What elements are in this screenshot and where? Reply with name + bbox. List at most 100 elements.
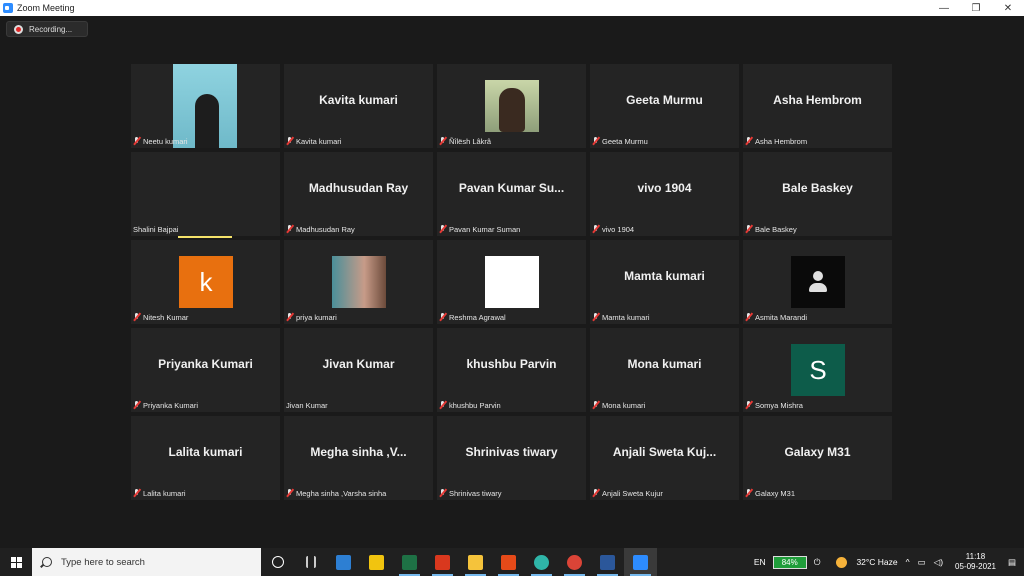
participant-name-label: Asha Hembrom [745,136,807,146]
recording-label: Recording... [29,24,73,34]
muted-mic-icon [745,401,752,409]
muted-mic-icon [133,489,140,497]
clock-time: 11:18 [965,552,986,561]
muted-mic-icon [439,137,446,145]
participant-tile[interactable]: Jivan Kumar Jivan Kumar [284,328,433,412]
participant-tile[interactable]: Mamta kumari Mamta kumari [590,240,739,324]
office-icon [501,554,516,570]
participant-display-name: Priyanka Kumari [158,357,253,371]
participant-tile[interactable]: vivo 1904 vivo 1904 [590,152,739,236]
participant-tile[interactable]: Shalini Bajpai [131,152,280,236]
word-icon [600,554,615,570]
muted-mic-icon [286,489,293,497]
participant-name: Kavita kumari [296,136,342,146]
participant-name: Asha Hembrom [755,136,808,146]
participant-name: Lalita kumari [143,488,186,498]
participant-tile[interactable]: Anjali Sweta Kuj... Anjali Sweta Kujur [590,416,739,500]
task-view-taskbar-button[interactable] [261,548,294,576]
letter-avatar: S [791,344,845,396]
participant-tile[interactable]: Ñîlësh Lâkrâ [437,64,586,148]
edge-icon [534,554,549,570]
chrome-taskbar-button[interactable] [558,548,591,576]
participant-name: Priyanka Kumari [143,400,199,410]
record-dot-icon [14,24,23,34]
participant-photo [332,256,386,308]
pdf-icon [435,554,450,570]
window-title: Zoom Meeting [17,3,75,13]
edge-taskbar-button[interactable] [525,548,558,576]
muted-mic-icon [592,401,599,409]
clock[interactable]: 11:18 05-09-2021 [955,552,996,572]
participant-name-label: Pavan Kumar Suman [439,224,520,234]
recording-indicator[interactable]: Recording... [6,21,88,37]
word-taskbar-button[interactable] [591,548,624,576]
minimize-button[interactable]: — [928,0,960,16]
participant-display-name: Lalita kumari [168,445,243,459]
language-indicator[interactable]: EN [754,557,766,567]
participant-name: vivo 1904 [602,224,635,234]
participant-name: Nitesh Kumar [143,312,189,322]
participant-name-label: Geeta Murmu [592,136,648,146]
edge-legacy-icon [336,554,351,570]
restore-button[interactable]: ❐ [960,0,992,16]
participant-tile[interactable]: Galaxy M31 Galaxy M31 [743,416,892,500]
participant-tile[interactable]: Madhusudan Ray Madhusudan Ray [284,152,433,236]
widgets-taskbar-button[interactable] [294,548,327,576]
battery-indicator[interactable]: 84% [772,555,807,569]
speaker-icon[interactable]: ◁) [934,557,943,568]
muted-mic-icon [439,401,446,409]
participant-name: Bale Baskey [755,224,797,234]
zoom-app-icon [3,3,13,13]
start-button[interactable] [0,548,32,576]
participant-display-name: Pavan Kumar Su... [458,181,565,195]
participant-name-label: khushbu Parvin [439,400,501,410]
participant-tile[interactable]: Asmita Marandi [743,240,892,324]
excel-taskbar-button[interactable] [393,548,426,576]
network-icon[interactable]: ▭ [918,557,926,568]
chevron-up-icon[interactable]: ^ [906,557,910,567]
notifications-icon[interactable]: ▤ [1008,557,1016,568]
participant-tile[interactable]: Mona kumari Mona kumari [590,328,739,412]
muted-mic-icon [439,489,446,497]
muted-mic-icon [745,489,752,497]
weather-text[interactable]: 32°C Haze [856,557,897,567]
participant-tile[interactable]: Neetu kumari [131,64,280,148]
participant-name-label: Somya Mishra [745,400,803,410]
edge-legacy-taskbar-button[interactable] [327,548,360,576]
participant-tile[interactable]: S Somya Mishra [743,328,892,412]
participant-tile[interactable]: Geeta Murmu Geeta Murmu [590,64,739,148]
muted-mic-icon [439,225,446,233]
participant-name-label: Anjali Sweta Kujur [592,488,663,498]
zoom-taskbar-button[interactable] [624,548,657,576]
participant-tile[interactable]: Asha Hembrom Asha Hembrom [743,64,892,148]
participant-tile[interactable]: priya kumari [284,240,433,324]
participant-name-label: Bale Baskey [745,224,797,234]
participant-tile[interactable]: Lalita kumari Lalita kumari [131,416,280,500]
participant-tile[interactable]: Shrinivas tiwary Shrinivas tiwary [437,416,586,500]
muted-mic-icon [439,313,446,321]
pdf-taskbar-button[interactable] [426,548,459,576]
participant-tile[interactable]: Kavita kumari Kavita kumari [284,64,433,148]
participant-name: Reshma Agrawal [449,312,506,322]
participant-tile[interactable]: Bale Baskey Bale Baskey [743,152,892,236]
participant-tile[interactable]: Priyanka Kumari Priyanka Kumari [131,328,280,412]
participant-name-label: Galaxy M31 [745,488,795,498]
participant-tile[interactable]: k Nitesh Kumar [131,240,280,324]
participant-display-name: Anjali Sweta Kuj... [612,445,717,459]
store-taskbar-button[interactable] [360,548,393,576]
participant-name-label: Nitesh Kumar [133,312,188,322]
participant-name-label: Mona kumari [592,400,645,410]
search-placeholder: Type here to search [61,556,145,568]
office-taskbar-button[interactable] [492,548,525,576]
task-view-icon [271,556,284,568]
speaking-indicator [178,236,232,238]
excel-icon [402,554,417,570]
taskbar-search[interactable]: Type here to search [32,548,261,576]
file-explorer-taskbar-button[interactable] [459,548,492,576]
close-button[interactable]: ✕ [992,0,1024,16]
participant-tile[interactable]: Megha sinha ,V... Megha sinha ,Varsha sin… [284,416,433,500]
participant-tile[interactable]: Reshma Agrawal [437,240,586,324]
participant-tile[interactable]: Pavan Kumar Su... Pavan Kumar Suman [437,152,586,236]
participant-display-name: Mamta kumari [624,269,705,283]
participant-tile[interactable]: khushbu Parvin khushbu Parvin [437,328,586,412]
